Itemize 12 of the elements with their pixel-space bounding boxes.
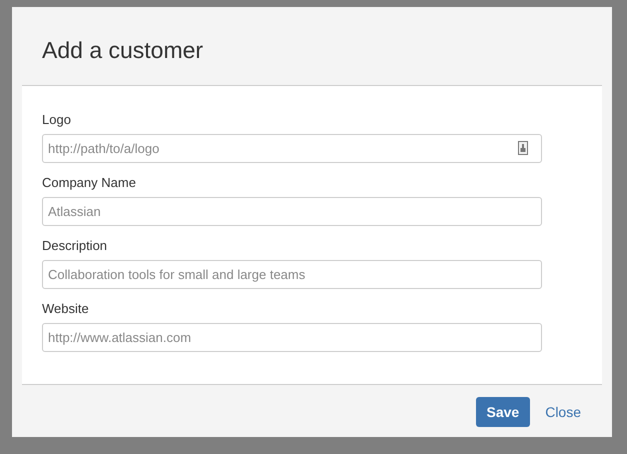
image-icon[interactable] bbox=[518, 141, 528, 155]
dialog-title: Add a customer bbox=[42, 37, 204, 63]
field-label: Website bbox=[42, 301, 89, 316]
field-label: Company Name bbox=[42, 175, 136, 190]
input-field[interactable]: Atlassian bbox=[42, 197, 542, 226]
save-button[interactable]: Save bbox=[476, 397, 530, 427]
input-field[interactable]: http://path/to/a/logo bbox=[42, 134, 542, 163]
close-link[interactable]: Close bbox=[545, 404, 581, 420]
field-label: Logo bbox=[42, 112, 71, 127]
field-label: Description bbox=[42, 238, 108, 253]
input-field[interactable]: Collaboration tools for small and large teams bbox=[42, 260, 542, 289]
input-field[interactable]: http://www.atlassian.com bbox=[42, 323, 542, 352]
